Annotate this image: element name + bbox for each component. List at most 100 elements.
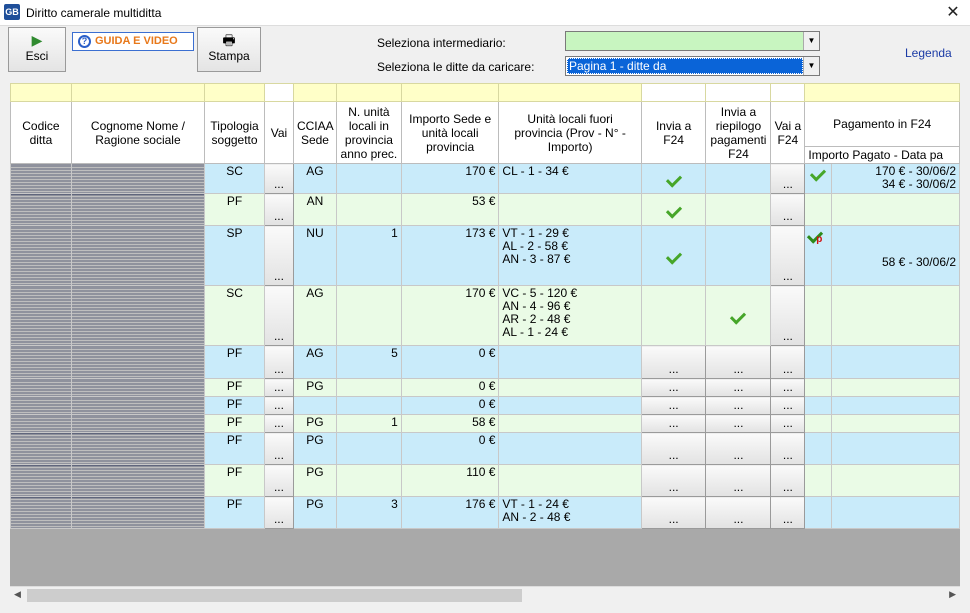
invia-f24-button[interactable]: ... <box>640 414 707 433</box>
importo-pagato-cell: 58 € - 30/06/2 <box>831 225 960 286</box>
vai-button[interactable]: ... <box>264 225 294 286</box>
table-row: PF... PG 1 58 €......... <box>10 414 960 433</box>
header-importo: Importo Sede e unità locali provincia <box>400 101 500 164</box>
paid-check-icon <box>810 165 827 182</box>
riepilogo-cell[interactable] <box>705 225 772 286</box>
vai-button[interactable]: ... <box>264 163 294 194</box>
vai-f24-button[interactable]: ... <box>770 496 806 529</box>
legenda-link[interactable]: Legenda <box>905 46 952 60</box>
importo-value: 0 € <box>478 397 496 411</box>
codice-ditta-cell <box>10 193 72 226</box>
invia-f24-button[interactable]: ... <box>640 378 707 397</box>
filter-cell[interactable] <box>400 83 500 102</box>
filter-cell[interactable] <box>804 83 960 102</box>
header-n-unita: N. unità locali in provincia anno prec. <box>335 101 402 164</box>
stampa-button[interactable]: 🖶 Stampa <box>197 27 261 72</box>
riepilogo-cell[interactable] <box>705 193 772 226</box>
horizontal-scrollbar[interactable]: ◀ ▶ <box>10 586 960 603</box>
vai-button[interactable]: ... <box>264 285 294 346</box>
vai-f24-button[interactable]: ... <box>770 432 806 465</box>
riepilogo-cell[interactable] <box>705 285 772 346</box>
vai-f24-button[interactable]: ... <box>770 225 806 286</box>
invia-f24-cell[interactable] <box>640 285 707 346</box>
riepilogo-button[interactable]: ... <box>705 396 772 415</box>
nome-cell <box>70 225 206 286</box>
riepilogo-button[interactable]: ... <box>705 378 772 397</box>
riepilogo-cell[interactable] <box>705 163 772 194</box>
importo-cell: 58 € <box>400 414 500 433</box>
vai-f24-button[interactable]: ... <box>770 464 806 497</box>
tipologia-value: PF <box>226 346 243 360</box>
header-invia: Invia a F24 <box>640 101 707 164</box>
nome-cell <box>70 496 206 529</box>
vai-button[interactable]: ... <box>264 496 294 529</box>
vai-button[interactable]: ... <box>264 432 294 465</box>
scroll-right-icon[interactable]: ▶ <box>949 589 956 600</box>
vai-button[interactable]: ... <box>264 396 294 415</box>
vai-button[interactable]: ... <box>264 414 294 433</box>
codice-ditta-cell <box>10 396 72 415</box>
invia-f24-button[interactable]: ... <box>640 345 707 379</box>
vai-button[interactable]: ... <box>264 378 294 397</box>
chevron-down-icon[interactable]: ▼ <box>803 57 819 75</box>
importo-cell: 0 € <box>400 396 500 415</box>
vai-f24-label: ... <box>782 269 793 283</box>
invia-f24-button[interactable]: ... <box>640 464 707 497</box>
vai-label: ... <box>273 329 284 343</box>
vai-f24-button[interactable]: ... <box>770 193 806 226</box>
vai-button[interactable]: ... <box>264 464 294 497</box>
scroll-thumb[interactable] <box>27 589 522 602</box>
filter-cell[interactable] <box>204 83 266 102</box>
pagamento-icon-cell <box>804 464 833 497</box>
filter-cell[interactable] <box>335 83 402 102</box>
vai-f24-button[interactable]: ... <box>770 345 806 379</box>
n-unita-cell <box>335 432 402 465</box>
codice-ditta-cell <box>10 464 72 497</box>
riepilogo-button[interactable]: ... <box>705 345 772 379</box>
scroll-left-icon[interactable]: ◀ <box>14 589 21 600</box>
table-row: SC... AG 170 € CL - 1 - 34 €... 170 € - 30/0… <box>10 163 960 194</box>
importo-cell: 0 € <box>400 432 500 465</box>
filter-cell[interactable] <box>10 83 72 102</box>
invia-f24-button[interactable]: ... <box>640 432 707 465</box>
chevron-down-icon[interactable]: ▼ <box>803 32 819 50</box>
filter-cell[interactable] <box>70 83 206 102</box>
importo-pagato-cell <box>831 345 960 379</box>
vai-button[interactable]: ... <box>264 345 294 379</box>
ditte-select[interactable]: Pagina 1 - ditte da ▼ <box>565 56 820 76</box>
vai-f24-button[interactable]: ... <box>770 378 806 397</box>
guida-video-button[interactable]: ? GUIDA E VIDEO <box>72 32 194 51</box>
pagamento-icon-cell <box>804 285 833 346</box>
riepilogo-button[interactable]: ... <box>705 464 772 497</box>
riepilogo-button[interactable]: ... <box>705 414 772 433</box>
table-row: PF... PG 0 €......... <box>10 432 960 465</box>
vai-f24-label: ... <box>782 416 793 430</box>
n-unita-value: 1 <box>391 226 398 240</box>
tipologia-cell: SC <box>204 285 266 346</box>
esci-button[interactable]: ▶ Esci <box>8 27 66 72</box>
vai-button[interactable]: ... <box>264 193 294 226</box>
invia-f24-button[interactable]: ... <box>640 496 707 529</box>
vai-f24-button[interactable]: ... <box>770 163 806 194</box>
invia-f24-cell[interactable] <box>640 193 707 226</box>
vai-f24-button[interactable]: ... <box>770 396 806 415</box>
tipologia-cell: PF <box>204 396 266 415</box>
intermediario-select[interactable]: ▼ <box>565 31 820 51</box>
importo-pagato-cell <box>831 414 960 433</box>
vai-f24-button[interactable]: ... <box>770 285 806 346</box>
riepilogo-button[interactable]: ... <box>705 432 772 465</box>
riepilogo-button[interactable]: ... <box>705 496 772 529</box>
filter-cell[interactable] <box>498 83 642 102</box>
filter-cell[interactable] <box>292 83 337 102</box>
codice-ditta-cell <box>10 496 72 529</box>
invia-f24-cell[interactable] <box>640 225 707 286</box>
close-icon[interactable]: ✕ <box>936 0 970 26</box>
codice-ditta-cell <box>10 378 72 397</box>
invia-f24-cell[interactable] <box>640 163 707 194</box>
vai-f24-label: ... <box>782 480 793 494</box>
codice-ditta-cell <box>10 285 72 346</box>
vai-f24-button[interactable]: ... <box>770 414 806 433</box>
pagamento-icon-cell <box>804 396 833 415</box>
invia-f24-button[interactable]: ... <box>640 396 707 415</box>
esci-label: Esci <box>25 49 49 63</box>
